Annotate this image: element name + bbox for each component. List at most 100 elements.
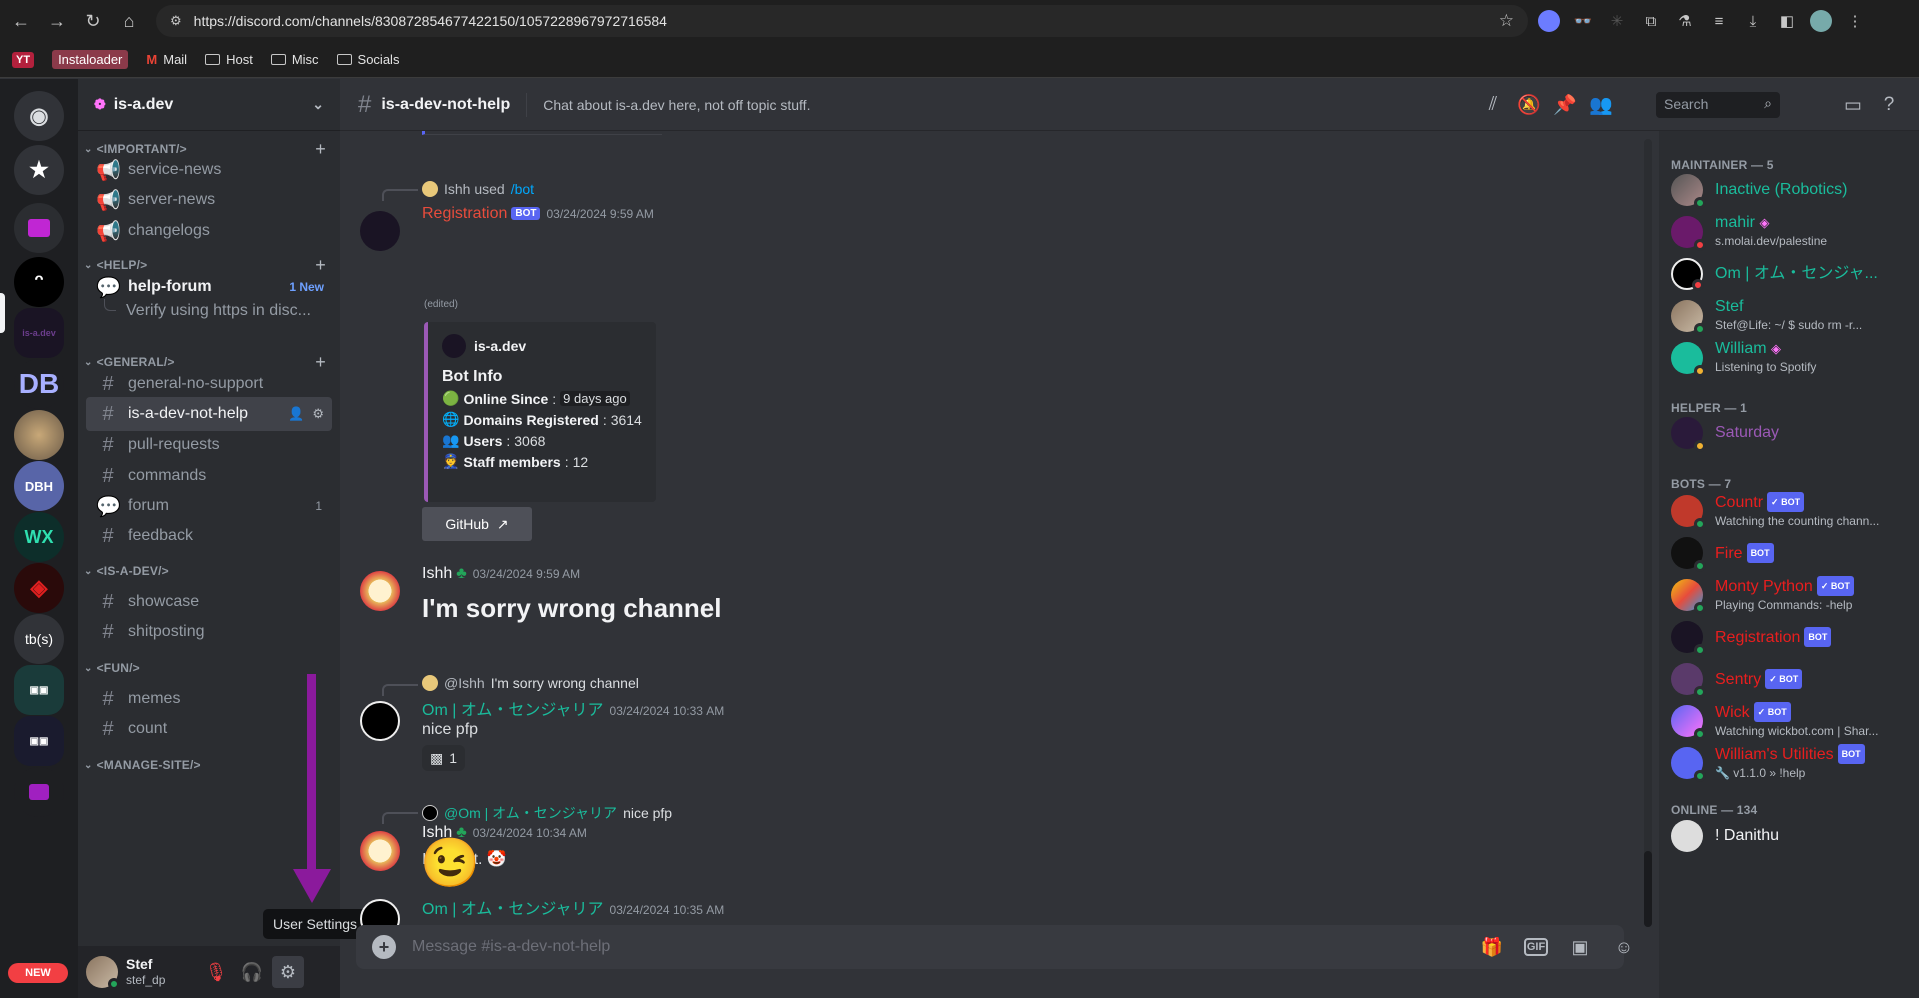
author-om[interactable]: Om | オム・センジャリア [422,901,604,918]
incognito-ext-icon[interactable]: 👓 [1572,10,1594,32]
help-icon[interactable]: ? [1876,93,1902,117]
ishh-avatar[interactable] [360,831,400,871]
server-dbh-icon[interactable]: DBH [14,461,64,511]
channel-memes[interactable]: # memes [86,682,332,716]
member-danithu[interactable]: ! Danithu [1671,815,1911,857]
channel-settings-gear-icon[interactable]: ⚙ [312,406,324,422]
channel-is-a-dev-not-help[interactable]: # is-a-dev-not-help 👤 ⚙ [86,397,332,431]
server-folder-2-icon[interactable]: ▣▣ [14,716,64,766]
member-registration[interactable]: Registration BOT [1671,616,1911,658]
server-wx-icon[interactable]: WX [14,512,64,562]
kebab-menu-icon[interactable]: ⋮ [1844,10,1866,32]
sticker-icon[interactable]: ▣ [1568,935,1592,959]
om-avatar[interactable] [360,701,400,741]
channel-pull-requests[interactable]: # pull-requests [86,428,332,462]
server-face-icon[interactable]: ᵔ [14,257,64,307]
member-sentry[interactable]: Sentry ✓ BOT [1671,658,1911,700]
member-williams-utilities[interactable]: William's Utilities BOT 🔧 v1.1.0 » !help [1671,742,1911,784]
bookmark-misc[interactable]: Misc [270,52,319,67]
author-registration[interactable]: Registration [422,205,507,222]
server-folder-1-icon[interactable]: ▣▣ [14,665,64,715]
channel-server-news[interactable]: 📢 server-news [86,183,332,217]
server-tbs-icon[interactable]: tb(s) [14,614,64,664]
gift-icon[interactable]: 🎁 [1480,935,1504,959]
bookmark-mail[interactable]: M Mail [146,52,187,67]
discover-star-icon[interactable]: ★ [14,145,64,195]
server-header[interactable]: ❁ is-a.dev ⌄ [78,79,340,131]
headphones-icon[interactable]: 🎧 [236,956,268,988]
reply-preview[interactable]: @Ishh I'm sorry wrong channel [422,675,639,691]
channel-feedback[interactable]: # feedback [86,519,332,553]
member-monty-python[interactable]: Monty Python ✓ BOT Playing Commands: -help [1671,574,1911,616]
member-om[interactable]: Om | オム・センジャ... [1671,253,1911,295]
author-ishh[interactable]: Ishh [422,565,452,582]
sidepanel-icon[interactable]: ◧ [1776,10,1798,32]
forward-icon[interactable]: → [42,6,72,36]
member-countr[interactable]: Countr ✓ BOT Watching the counting chann..… [1671,490,1911,532]
queue-icon[interactable]: ≡ [1708,10,1730,32]
server-red-icon[interactable]: ◈ [14,563,64,613]
reload-icon[interactable]: ↻ [78,6,108,36]
reaction-pill[interactable]: ▩ 1 [422,745,466,771]
message-composer[interactable]: + Message #is-a-dev-not-help 🎁 GIF ▣ ☺ [356,925,1633,969]
server-isadev-icon[interactable]: is-a.dev [14,308,64,358]
upload-plus-icon[interactable]: + [372,935,396,959]
channel-forum[interactable]: 💬 forum 1 [86,489,332,523]
channel-changelogs[interactable]: 📢 changelogs [86,214,332,248]
channel-service-news[interactable]: 📢 service-news [86,153,332,187]
bookmark-host[interactable]: Host [205,52,253,67]
site-info-icon[interactable]: ⚙ [170,13,182,29]
user-settings-gear-icon[interactable]: ⚙ [272,956,304,988]
profile-avatar[interactable] [1810,10,1832,32]
author-om[interactable]: Om | オム・センジャリア [422,702,604,719]
channel-shitposting[interactable]: # shitposting [86,615,332,649]
scrollbar-thumb[interactable] [1644,851,1652,927]
pin-icon[interactable]: 📌 [1552,93,1578,117]
ishh-avatar[interactable] [360,571,400,611]
download-icon[interactable]: ⤓ [1742,10,1764,32]
discord-home-icon[interactable]: ◉ [14,91,64,141]
member-wick[interactable]: Wick ✓ BOT Watching wickbot.com | Shar... [1671,700,1911,742]
lab-icon[interactable]: ⚗ [1674,10,1696,32]
bookmark-yt[interactable]: YT [12,51,35,68]
registration-avatar[interactable] [360,211,400,251]
notification-bell-icon[interactable]: 🔕 [1516,93,1542,117]
thread-verify-https[interactable]: Verify using https in disc... [126,302,356,320]
member-william[interactable]: William ◈ Listening to Spotify [1671,337,1911,379]
channel-showcase[interactable]: # showcase [86,585,332,619]
server-purple-folder-icon[interactable] [14,767,64,817]
server-cat-icon[interactable] [14,410,64,460]
bookmark-instaloader[interactable]: Instaloader [52,50,129,69]
mute-mic-icon[interactable]: 🎙 [200,956,232,988]
gif-icon[interactable]: GIF [1524,938,1548,956]
channel-commands[interactable]: # commands [86,459,332,493]
member-inactive-robotics[interactable]: Inactive (Robotics) [1671,169,1911,211]
slash-command-link[interactable]: /bot [511,181,534,197]
github-button[interactable]: GitHub ↗ [422,507,532,541]
member-saturday[interactable]: Saturday [1671,412,1911,454]
chat-scrollbar[interactable] [1644,139,1652,927]
emoji-icon[interactable]: ☺ [1612,935,1636,959]
invite-icon[interactable]: 👤 [288,406,304,422]
member-stef[interactable]: Stef Stef@Life: ~/ $ sudo rm -r... [1671,295,1911,337]
channel-count[interactable]: # count [86,712,332,746]
channel-help-forum[interactable]: 💬 help-forum 1 New [86,270,332,304]
category-fun[interactable]: ⌄ <FUN/> [78,657,340,679]
home-icon[interactable]: ⌂ [114,6,144,36]
category-manage-site[interactable]: ⌄ <MANAGE-SITE/> [78,754,340,776]
member-list-icon[interactable]: 👥 [1588,93,1614,117]
search-input[interactable]: Search ⌕ [1656,92,1780,118]
category-is-a-dev[interactable]: ⌄ <IS-A-DEV/> [78,560,340,582]
puzzle-icon[interactable]: ⧉ [1640,10,1662,32]
server-db-icon[interactable]: DB [14,359,64,409]
bookmark-star-icon[interactable]: ☆ [1499,11,1514,31]
folder-server-icon[interactable] [14,203,64,253]
bookmark-socials[interactable]: Socials [336,52,399,67]
channel-general-no-support[interactable]: # general-no-support [86,367,332,401]
lens-icon[interactable] [1538,10,1560,32]
back-icon[interactable]: ← [6,6,36,36]
channel-topic[interactable]: Chat about is-a.dev here, not off topic … [543,97,810,113]
member-fire[interactable]: Fire BOT [1671,532,1911,574]
avatar[interactable] [86,956,120,990]
reply-preview[interactable]: @Om | オム・センジャリア nice pfp [422,803,672,823]
